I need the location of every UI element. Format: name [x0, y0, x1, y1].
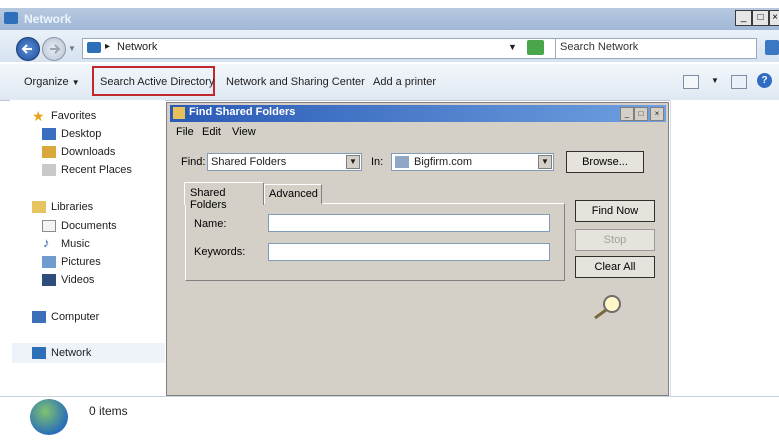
search-input[interactable]: Search Network [555, 38, 757, 59]
nav-videos[interactable]: Videos [61, 274, 94, 286]
history-dropdown-icon[interactable]: ▼ [68, 44, 76, 53]
stop-button[interactable]: Stop [575, 229, 655, 251]
network-icon [87, 42, 101, 53]
dialog-maximize-button[interactable]: □ [634, 107, 648, 121]
nav-pictures[interactable]: Pictures [61, 256, 101, 268]
search-active-directory-button[interactable]: Search Active Directory [100, 76, 214, 88]
name-label: Name: [194, 218, 227, 230]
tab-shared-folders[interactable]: Shared Folders [184, 182, 264, 211]
back-button[interactable] [16, 37, 40, 61]
domain-icon [395, 156, 409, 168]
address-bar[interactable]: ▸ Network ▼ [82, 38, 556, 59]
network-globe-icon [30, 399, 68, 435]
find-label: Find: [181, 156, 206, 168]
videos-icon [42, 274, 56, 286]
nav-music[interactable]: Music [61, 238, 90, 250]
status-bar [0, 396, 779, 441]
find-select[interactable]: Shared Folders ▼ [207, 153, 362, 171]
maximize-button[interactable]: □ [752, 10, 769, 26]
minimize-button[interactable]: _ [735, 10, 752, 26]
organize-menu[interactable]: Organize ▼ [24, 76, 80, 88]
forward-arrow-icon [50, 44, 61, 54]
window-title-bar: Network [0, 8, 779, 30]
computer-icon [32, 311, 46, 323]
desktop-icon [42, 128, 56, 140]
menu-edit[interactable]: Edit [202, 126, 221, 138]
nav-computer[interactable]: Computer [51, 311, 99, 323]
find-now-button[interactable]: Find Now [575, 200, 655, 222]
clear-all-button[interactable]: Clear All [575, 256, 655, 278]
close-button[interactable]: × [769, 10, 779, 26]
item-count: 0 items [89, 404, 128, 418]
nav-libraries[interactable]: Libraries [51, 201, 93, 213]
nav-downloads[interactable]: Downloads [61, 146, 115, 158]
view-dropdown-icon[interactable]: ▼ [711, 76, 719, 85]
folder-search-icon [173, 107, 185, 119]
breadcrumb[interactable]: Network [117, 41, 157, 53]
chevron-down-icon: ▼ [538, 155, 552, 169]
libraries-icon [32, 201, 46, 213]
dialog-close-button[interactable]: × [650, 107, 664, 121]
add-printer-button[interactable]: Add a printer [373, 76, 436, 88]
recent-places-icon [42, 164, 56, 176]
nav-network[interactable]: Network [51, 347, 91, 359]
forward-button[interactable] [42, 37, 66, 61]
help-icon[interactable]: ? [757, 73, 772, 88]
back-arrow-icon [21, 44, 32, 54]
search-placeholder: Search Network [560, 41, 639, 53]
network-sharing-center-button[interactable]: Network and Sharing Center [226, 76, 365, 88]
preview-pane-icon[interactable] [731, 75, 747, 89]
music-icon: ♪ [43, 235, 50, 250]
magnifier-search-icon [594, 295, 621, 320]
view-options-icon[interactable] [683, 75, 699, 89]
refresh-icon[interactable] [527, 40, 544, 55]
keywords-label: Keywords: [194, 246, 246, 258]
menu-file[interactable]: File [176, 126, 194, 138]
nav-recent-places[interactable]: Recent Places [61, 164, 132, 176]
window-title: Network [24, 12, 72, 26]
documents-icon [42, 220, 56, 232]
tab-advanced[interactable]: Advanced [264, 184, 322, 204]
in-label: In: [371, 156, 384, 168]
name-input[interactable] [268, 214, 550, 232]
nav-documents[interactable]: Documents [61, 220, 117, 232]
keywords-input[interactable] [268, 243, 550, 261]
chevron-down-icon: ▼ [346, 155, 360, 169]
nav-favorites[interactable]: Favorites [51, 110, 96, 122]
browse-button[interactable]: Browse... [566, 151, 644, 173]
dialog-title: Find Shared Folders [189, 106, 296, 118]
search-icon[interactable] [765, 40, 779, 55]
star-icon: ★ [32, 108, 45, 124]
file-list-area[interactable] [670, 100, 779, 396]
address-dropdown-icon[interactable]: ▼ [508, 42, 517, 52]
network-icon [32, 347, 46, 359]
menu-view[interactable]: View [232, 126, 256, 138]
dialog-title-bar: Find Shared Folders [170, 105, 666, 122]
in-select[interactable]: Bigfirm.com ▼ [391, 153, 554, 171]
pictures-icon [42, 256, 56, 268]
downloads-icon [42, 146, 56, 158]
nav-desktop[interactable]: Desktop [61, 128, 101, 140]
network-icon [4, 12, 18, 24]
dialog-minimize-button[interactable]: _ [620, 107, 634, 121]
